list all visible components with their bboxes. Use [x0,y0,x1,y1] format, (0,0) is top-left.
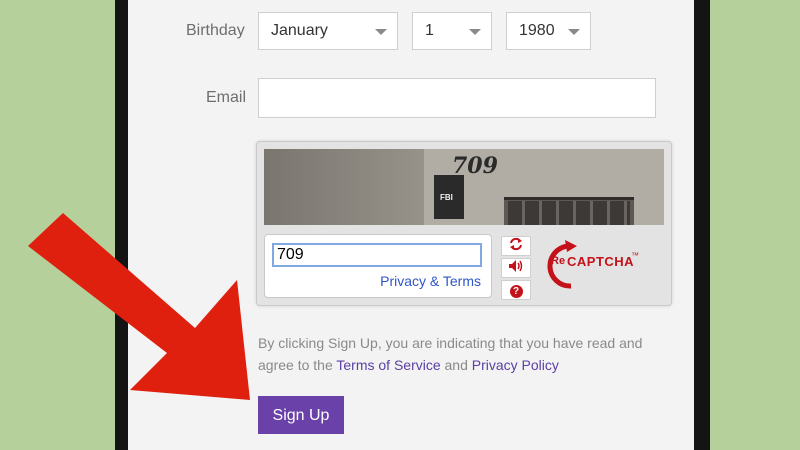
email-field[interactable] [258,78,656,118]
birthday-day-select[interactable]: 1 [412,12,492,50]
birthday-month-select[interactable]: January [258,12,398,50]
audio-icon [509,260,523,272]
legal-text-middle: and [440,357,472,373]
birthday-year-value: 1980 [519,22,555,39]
birthday-month-value: January [271,22,328,39]
recaptcha-widget: FBI 709 709 Privacy & Terms ? Re CAPTCHA… [256,141,672,306]
chevron-down-icon [568,29,580,35]
privacy-policy-link[interactable]: Privacy Policy [472,357,559,373]
recaptcha-logo-tm: ™ [631,251,639,260]
legal-disclaimer: By clicking Sign Up, you are indicating … [258,332,678,376]
device-bezel-right [694,0,710,450]
recaptcha-logo: Re CAPTCHA ™ [541,236,651,296]
birthday-year-select[interactable]: 1980 [506,12,591,50]
sign-up-button[interactable]: Sign Up [258,396,344,434]
privacy-terms-link[interactable]: Privacy & Terms [380,273,481,289]
refresh-icon [510,237,522,251]
birthday-day-value: 1 [425,22,434,39]
audio-button[interactable] [501,258,531,278]
captcha-image: FBI 709 [264,149,664,225]
captcha-image-sign: FBI [440,193,453,202]
chevron-down-icon [469,29,481,35]
recaptcha-logo-text: CAPTCHA [567,254,635,269]
device-bezel-left [115,0,128,450]
chevron-down-icon [375,29,387,35]
captcha-image-text: 709 [452,153,498,179]
help-icon: ? [509,285,523,298]
birthday-label: Birthday [186,22,245,39]
help-button[interactable]: ? [501,280,531,300]
captcha-answer-input[interactable]: 709 [272,243,482,267]
email-label: Email [206,89,247,106]
recaptcha-logo-prefix: Re [551,255,566,267]
captcha-answer-box: 709 Privacy & Terms [264,234,492,298]
terms-of-service-link[interactable]: Terms of Service [336,357,440,373]
refresh-button[interactable] [501,236,531,256]
